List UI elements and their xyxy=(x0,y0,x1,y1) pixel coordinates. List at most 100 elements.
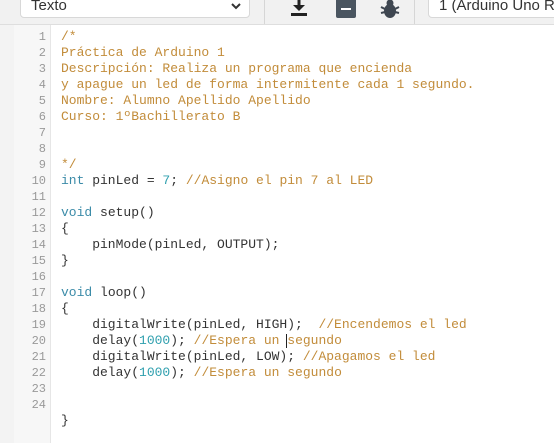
code-text: void setup() xyxy=(61,205,155,221)
code-token: Nombre: Alumno Apellido Apellido xyxy=(61,93,311,108)
code-token: y apague un led de forma intermitente ca… xyxy=(61,77,475,92)
code-text: digitalWrite(pinLed, HIGH); //Encendemos… xyxy=(61,317,467,333)
code-line: 7 xyxy=(14,125,554,141)
code-line: 10 int pinLed = 7; //Asigno el pin 7 al L… xyxy=(14,173,554,189)
code-line: 11 xyxy=(14,189,554,205)
code-line: 24 xyxy=(14,397,554,413)
code-line: 21 digitalWrite(pinLed, LOW); //Apagamos… xyxy=(14,349,554,365)
code-token: //Apagamos el led xyxy=(302,349,436,364)
monitor-icon xyxy=(336,0,356,18)
code-text: delay(1000); //Espera un segundo xyxy=(61,333,342,349)
line-number: 14 xyxy=(31,238,46,252)
download-button[interactable] xyxy=(284,0,314,20)
code-line: 1 /* xyxy=(14,29,554,45)
code-token: { xyxy=(61,301,69,316)
code-line: 18 { xyxy=(14,301,554,317)
code-token: digitalWrite(pinLed, LOW); xyxy=(61,349,303,364)
code-token: pinMode(pinLed, OUTPUT); xyxy=(61,237,280,252)
code-mode-label: Texto xyxy=(31,0,67,14)
code-text: pinMode(pinLed, OUTPUT); xyxy=(61,237,279,253)
code-token: //Encendemos el led xyxy=(318,317,467,332)
code-line: 13 { xyxy=(14,221,554,237)
serial-monitor-button[interactable] xyxy=(331,0,361,20)
line-number: 6 xyxy=(38,110,46,124)
line-number: 16 xyxy=(31,270,46,284)
line-number: 5 xyxy=(38,94,46,108)
board-select[interactable]: 1 (Arduino Uno R3 xyxy=(428,0,554,18)
download-icon xyxy=(291,0,307,16)
code-mode-select[interactable]: Texto xyxy=(20,0,250,18)
code-token: segundo xyxy=(287,333,342,348)
code-token: //Asigno el pin 7 al LED xyxy=(185,173,374,188)
board-select-label: 1 (Arduino Uno R3 xyxy=(439,0,554,14)
code-line: 20 delay(1000); //Espera un segundo xyxy=(14,333,554,349)
code-text: Nombre: Alumno Apellido Apellido xyxy=(61,93,311,109)
line-number: 13 xyxy=(31,222,46,236)
code-text: { xyxy=(61,221,69,237)
line-number: 9 xyxy=(38,158,46,172)
code-token: /* xyxy=(61,29,77,44)
bug-icon xyxy=(380,0,400,18)
line-number: 23 xyxy=(31,382,46,396)
line-number: 18 xyxy=(31,302,46,316)
code-token: 1000 xyxy=(139,333,171,348)
code-token: } xyxy=(61,253,69,268)
code-token: int xyxy=(61,173,85,188)
code-line: 14 pinMode(pinLed, OUTPUT); xyxy=(14,237,554,253)
line-number: 8 xyxy=(38,142,46,156)
code-token: setup() xyxy=(92,205,155,220)
line-number: 17 xyxy=(31,286,46,300)
code-line: 16 xyxy=(14,269,554,285)
code-line: } xyxy=(14,413,554,429)
debugger-button[interactable] xyxy=(375,0,405,20)
code-token: pinLed = xyxy=(84,173,163,188)
code-line: 15} xyxy=(14,253,554,269)
code-line: 17 void loop() xyxy=(14,285,554,301)
code-text: Curso: 1ºBachillerato B xyxy=(61,109,240,125)
code-line: 4 y apague un led de forma intermitente c… xyxy=(14,77,554,93)
code-line: 3 Descripción: Realiza un programa que en… xyxy=(14,61,554,77)
line-number: 12 xyxy=(31,206,46,220)
code-token: delay( xyxy=(61,365,140,380)
code-token: void xyxy=(61,285,93,300)
line-number: 1 xyxy=(38,30,46,44)
code-text: } xyxy=(61,253,69,269)
code-text: digitalWrite(pinLed, LOW); //Apagamos el… xyxy=(61,349,435,365)
line-number: 3 xyxy=(38,62,46,76)
code-token: digitalWrite(pinLed, HIGH); xyxy=(61,317,319,332)
line-number: 7 xyxy=(38,126,46,140)
line-number: 20 xyxy=(31,334,46,348)
code-text: { xyxy=(61,301,69,317)
line-number: 22 xyxy=(31,366,46,380)
toolbar: Texto 1 (Arduino Uno R3 xyxy=(0,0,554,25)
code-token: Curso: 1ºBachillerato B xyxy=(61,109,241,124)
toolbar-divider xyxy=(414,0,415,24)
code-line: 12 void setup() xyxy=(14,205,554,221)
code-token: } xyxy=(61,413,69,428)
code-token: //Espera un segundo xyxy=(193,365,342,380)
code-line: 5 Nombre: Alumno Apellido Apellido xyxy=(14,93,554,109)
code-text: */ xyxy=(61,157,77,173)
code-line: 19 digitalWrite(pinLed, HIGH); //Encende… xyxy=(14,317,554,333)
code-text: y apague un led de forma intermitente ca… xyxy=(61,77,474,93)
code-text: Práctica de Arduino 1 xyxy=(61,45,225,61)
line-number: 15 xyxy=(31,254,46,268)
code-token: ; xyxy=(170,173,186,188)
code-line: 6 Curso: 1ºBachillerato B xyxy=(14,109,554,125)
code-text: /* xyxy=(61,29,77,45)
code-text: } xyxy=(61,413,69,429)
line-number: 11 xyxy=(31,190,46,204)
code-editor[interactable]: 1 /* 2 Práctica de Arduino 1 3 Descripción: R… xyxy=(14,25,554,443)
code-token: //Espera un xyxy=(193,333,288,348)
code-text: int pinLed = 7; //Asigno el pin 7 al LED xyxy=(61,173,373,189)
toolbar-divider xyxy=(264,0,265,24)
line-number: 24 xyxy=(31,398,46,412)
left-pane xyxy=(0,25,14,443)
code-line: 23 xyxy=(14,381,554,397)
code-token: delay( xyxy=(61,333,140,348)
code-token: 1000 xyxy=(139,365,171,380)
code-token: ); xyxy=(170,333,194,348)
code-token: { xyxy=(61,221,69,236)
line-number: 21 xyxy=(31,350,46,364)
code-text: delay(1000); //Espera un segundo xyxy=(61,365,342,381)
